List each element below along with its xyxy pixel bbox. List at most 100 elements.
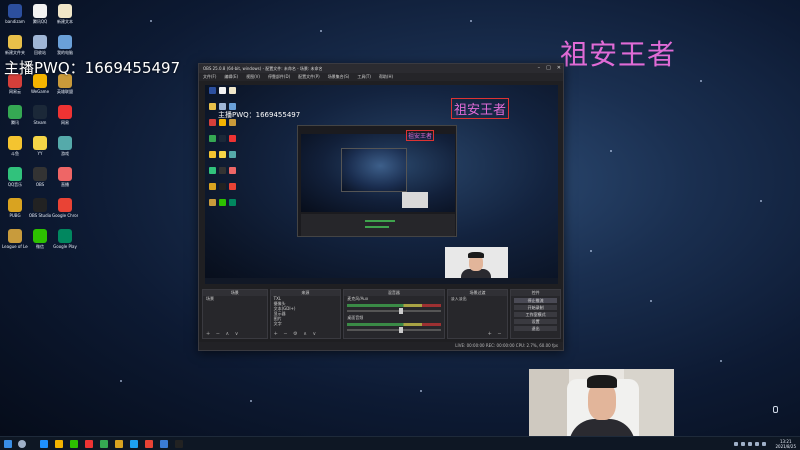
control-button[interactable]: 工作室模式 <box>514 312 558 317</box>
desktop-icon-label: Google Chrome <box>52 213 78 218</box>
desktop-icon[interactable]: 回收站 <box>27 35 53 55</box>
taskbar-app-icon[interactable] <box>70 440 78 448</box>
taskbar-app-icon[interactable] <box>55 440 63 448</box>
volume-slider[interactable] <box>347 308 441 314</box>
taskbar-app-icon[interactable] <box>145 440 153 448</box>
tray-icon[interactable] <box>741 442 746 446</box>
desktop-icon[interactable]: 网易 <box>52 105 78 125</box>
taskbar-app-icon[interactable] <box>40 440 48 448</box>
desktop-icon-label: 游戏 <box>61 151 69 156</box>
menu-item[interactable]: 工具(T) <box>357 73 371 81</box>
close-icon[interactable]: ✕ <box>557 64 561 73</box>
obs-studio-icon <box>219 183 226 190</box>
search-icon[interactable] <box>18 440 26 448</box>
nested-docks <box>301 214 455 236</box>
menu-item[interactable]: 配置文件(P) <box>298 73 320 81</box>
desktop-icon[interactable]: 直播 <box>52 167 78 187</box>
menu-item[interactable]: 停靠部件(D) <box>268 73 290 81</box>
preview-title-overlay[interactable]: 祖安王者 <box>451 98 510 119</box>
desktop-icon[interactable]: 腾讯QQ <box>27 4 53 24</box>
game-icon <box>229 151 236 158</box>
obs-preview[interactable]: 主播PWQ：1669455497 祖安王者 祖安王者 <box>205 85 558 284</box>
lol-client-icon <box>209 199 216 206</box>
scene-controls[interactable]: + − ∧ ∨ <box>206 331 240 337</box>
douyu-icon <box>8 136 22 150</box>
streamer-id-overlay: 主播PWQ：1669455497 <box>4 59 181 77</box>
controls-header: 控件 <box>511 290 561 296</box>
tencent-icon <box>8 105 22 119</box>
scene-item[interactable]: 场景 <box>203 296 267 301</box>
menu-item[interactable]: 编辑(E) <box>224 73 238 81</box>
taskbar-app-icon[interactable] <box>115 440 123 448</box>
obs-title-bar[interactable]: OBS 25.0.8 (64-bit, windows) - 配置文件: 未命名… <box>199 64 563 73</box>
obs-docks: 场景 场景 + − ∧ ∨ 来源 TXL 摄像头 文本(GDI+) 显示器 图片 文字 + … <box>202 289 562 339</box>
start-icon[interactable] <box>4 440 12 448</box>
desktop-icon[interactable]: QQ音乐 <box>2 167 28 187</box>
menu-item[interactable]: 帮助(H) <box>379 73 393 81</box>
obs-icon <box>219 167 226 174</box>
transitions-dock: 场景过渡 淡入淡出 + − <box>446 289 509 339</box>
desktop-icon-label: YY <box>37 151 43 156</box>
tray-icon[interactable] <box>748 442 753 446</box>
desktop-icon-label: 我的电脑 <box>57 50 73 55</box>
desktop-icon[interactable]: Google Chrome <box>52 198 78 218</box>
douyu-icon <box>209 151 216 158</box>
qq-music-icon <box>8 167 22 181</box>
scenes-dock: 场景 场景 + − ∧ ∨ <box>202 289 268 339</box>
taskbar-app-icon[interactable] <box>100 440 108 448</box>
desktop-icon-label: 微信 <box>36 244 44 249</box>
desktop-icon[interactable]: YY <box>27 136 53 156</box>
folder-icon <box>209 103 216 110</box>
network-icon[interactable] <box>755 442 760 446</box>
control-button[interactable]: 退出 <box>514 326 558 331</box>
document-icon <box>58 4 72 18</box>
control-button[interactable]: 开始录制 <box>514 305 558 310</box>
taskbar-app-icon[interactable] <box>160 440 168 448</box>
desktop-icon[interactable]: 微信 <box>27 229 53 249</box>
desktop-icon[interactable]: 斗鱼 <box>2 136 28 156</box>
transition-select[interactable]: 淡入淡出 <box>448 296 508 301</box>
taskbar-app-icon[interactable] <box>175 440 183 448</box>
transition-controls[interactable]: + − <box>488 331 504 337</box>
desktop-icon[interactable]: OBS <box>27 167 53 187</box>
menu-item[interactable]: 视图(V) <box>246 73 260 81</box>
menu-item[interactable]: 场景集合(S) <box>328 73 350 81</box>
steam-icon <box>33 105 47 119</box>
desktop-icon[interactable]: Google Play <box>52 229 78 249</box>
taskbar-app-icon[interactable] <box>130 440 138 448</box>
volume-slider[interactable] <box>347 327 441 333</box>
desktop-icon[interactable]: 新建文件夹 <box>2 35 28 55</box>
desktop-icon[interactable]: PUBG <box>2 198 28 218</box>
bandicam-icon <box>209 87 216 94</box>
volume-icon[interactable] <box>762 442 767 446</box>
desktop-icon-label: 网易云 <box>9 89 21 94</box>
desktop-icon[interactable]: 游戏 <box>52 136 78 156</box>
source-controls[interactable]: + − ⚙ ∧ ∨ <box>274 331 319 337</box>
desktop-icon[interactable]: OBS Studio <box>27 198 53 218</box>
desktop-icon[interactable]: 我的电脑 <box>52 35 78 55</box>
desktop-icon-label: PUBG <box>9 213 21 218</box>
desktop-icon[interactable]: bandizam <box>2 4 28 24</box>
clock[interactable]: 13:21 2021/8/25 <box>775 439 796 449</box>
maximize-icon[interactable]: □ <box>546 64 551 73</box>
taskbar-app-icon[interactable] <box>85 440 93 448</box>
pubg-icon <box>209 183 216 190</box>
desktop-icon[interactable]: Steam <box>27 105 53 125</box>
control-button[interactable]: 设置 <box>514 319 558 324</box>
desktop-icon[interactable]: 腾讯 <box>2 105 28 125</box>
control-button[interactable]: 停止推流 <box>514 298 558 303</box>
menu-item[interactable]: 文件(F) <box>203 73 216 81</box>
penguin-icon <box>33 4 47 18</box>
title-overlay: 祖安王者 <box>560 38 677 71</box>
minimize-icon[interactable]: – <box>538 64 541 73</box>
yy-icon <box>33 136 47 150</box>
desktop-icon[interactable]: League of Legends <box>2 229 28 249</box>
desktop-icon-label: 腾讯QQ <box>32 19 48 24</box>
obs-window[interactable]: OBS 25.0.8 (64-bit, windows) - 配置文件: 未命名… <box>198 63 564 351</box>
desktop-icon-label: League of Legends <box>2 244 28 249</box>
system-tray: 13:21 2021/8/25 <box>734 437 796 450</box>
tray-icon[interactable] <box>734 442 739 446</box>
source-item[interactable]: 文字 <box>271 321 341 326</box>
desktop-icon[interactable]: 新建文本 <box>52 4 78 24</box>
lol-icon <box>229 119 236 126</box>
